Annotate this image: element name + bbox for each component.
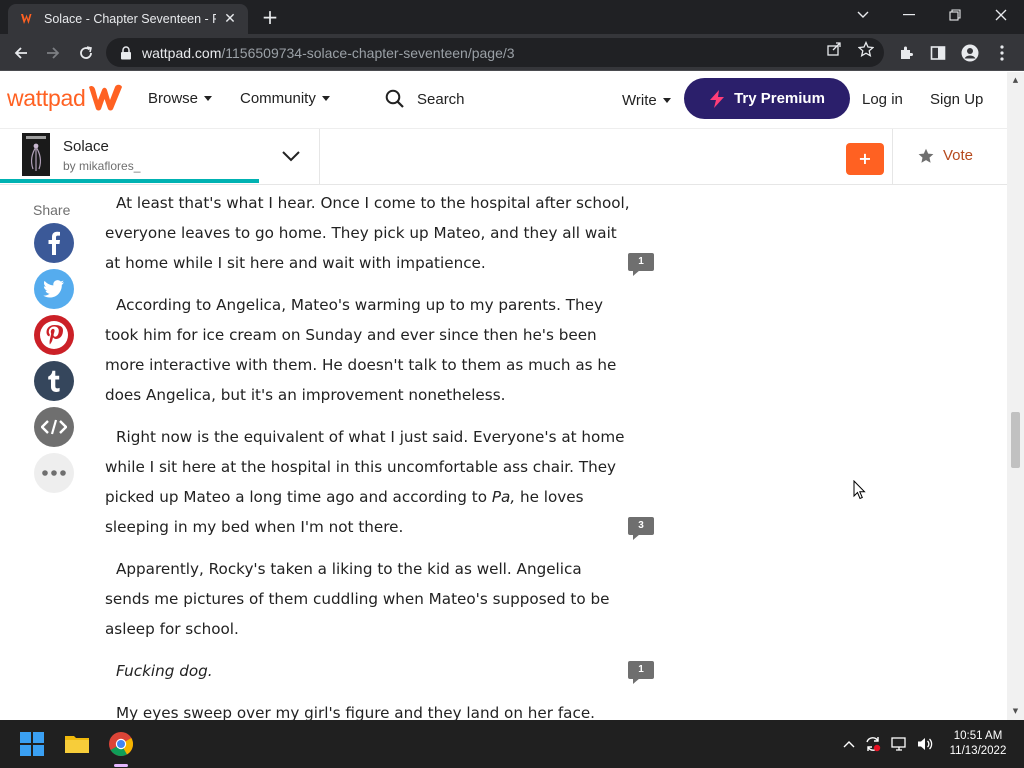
scroll-down-icon[interactable]: ▼ bbox=[1011, 707, 1020, 715]
tab-search-icon[interactable] bbox=[840, 0, 886, 30]
facebook-icon[interactable] bbox=[34, 223, 74, 263]
share-label: Share bbox=[33, 202, 71, 218]
more-icon[interactable] bbox=[34, 453, 74, 493]
tab-close-icon[interactable]: ✕ bbox=[222, 11, 238, 27]
browser-tab[interactable]: Solace - Chapter Seventeen - Page 3 - Wa… bbox=[8, 4, 248, 34]
back-icon[interactable] bbox=[8, 40, 34, 66]
twitter-icon[interactable] bbox=[34, 269, 74, 309]
chrome-taskbar-icon[interactable] bbox=[105, 728, 137, 760]
story-title[interactable]: Solace bbox=[63, 138, 109, 155]
chrome-menu-icon[interactable] bbox=[992, 43, 1012, 63]
windows-start-icon[interactable] bbox=[16, 728, 48, 760]
sync-icon[interactable] bbox=[864, 735, 882, 753]
lock-icon bbox=[121, 45, 131, 59]
minimize-icon[interactable] bbox=[886, 0, 932, 30]
network-icon[interactable] bbox=[891, 735, 909, 753]
search-button[interactable]: Search bbox=[385, 89, 465, 109]
page-viewport: wattpad Browse Community Search Write Tr… bbox=[0, 72, 1024, 720]
url-text: wattpad.com/1156509734-solace-chapter-se… bbox=[142, 44, 515, 61]
wattpad-favicon-icon bbox=[21, 14, 32, 24]
reading-progress-fill bbox=[0, 179, 260, 183]
divider bbox=[892, 129, 893, 185]
taskbar-clock[interactable]: 10:51 AM 11/13/2022 bbox=[944, 729, 1012, 759]
sign-up-link[interactable]: Sign Up bbox=[930, 91, 983, 108]
inline-comment-badge[interactable]: 1 bbox=[628, 661, 654, 684]
divider bbox=[319, 129, 320, 185]
story-paragraph[interactable]: At least that's what I hear. Once I come… bbox=[105, 188, 630, 278]
scroll-thumb[interactable] bbox=[1011, 412, 1020, 468]
story-paragraph[interactable]: Right now is the equivalent of what I ju… bbox=[105, 422, 630, 542]
profile-icon[interactable] bbox=[960, 43, 980, 63]
close-window-icon[interactable] bbox=[978, 0, 1024, 30]
caret-down-icon bbox=[204, 96, 213, 101]
log-in-link[interactable]: Log in bbox=[862, 91, 903, 108]
embed-icon[interactable] bbox=[34, 407, 74, 447]
restore-icon[interactable] bbox=[932, 0, 978, 30]
lightning-icon bbox=[710, 89, 725, 108]
caret-down-icon bbox=[321, 96, 330, 101]
write-menu[interactable]: Write bbox=[622, 92, 671, 109]
story-paragraph[interactable]: Apparently, Rocky's taken a liking to th… bbox=[105, 554, 630, 644]
inline-comment-badge[interactable]: 3 bbox=[628, 517, 654, 540]
file-explorer-icon[interactable] bbox=[61, 728, 93, 760]
reload-icon[interactable] bbox=[73, 40, 99, 66]
forward-icon[interactable] bbox=[40, 40, 66, 66]
reading-progress-bar bbox=[0, 179, 320, 183]
add-to-library-button[interactable]: + bbox=[846, 143, 884, 175]
volume-icon[interactable] bbox=[916, 735, 934, 753]
star-icon bbox=[918, 148, 934, 163]
story-paragraph[interactable]: My eyes sweep over my girl's figure and … bbox=[105, 698, 630, 720]
active-app-indicator bbox=[114, 764, 128, 767]
tumblr-icon[interactable] bbox=[34, 361, 74, 401]
pinterest-icon[interactable] bbox=[34, 315, 74, 355]
story-paragraph[interactable]: Fucking dog. bbox=[105, 656, 630, 686]
caret-down-icon bbox=[662, 98, 671, 103]
wattpad-w-icon bbox=[89, 84, 123, 111]
browse-menu[interactable]: Browse bbox=[148, 90, 213, 107]
mouse-cursor-icon bbox=[853, 480, 866, 500]
wattpad-logo[interactable]: wattpad bbox=[7, 84, 124, 112]
scroll-up-icon[interactable]: ▲ bbox=[1011, 76, 1020, 84]
extensions-icon[interactable] bbox=[896, 43, 916, 63]
story-author[interactable]: by mikaflores_ bbox=[63, 159, 140, 173]
search-icon bbox=[385, 89, 404, 108]
chevron-down-icon[interactable] bbox=[280, 145, 302, 167]
chevron-up-icon[interactable] bbox=[840, 735, 858, 753]
side-panel-icon[interactable] bbox=[928, 43, 948, 63]
bookmark-star-icon[interactable] bbox=[857, 40, 875, 58]
community-menu[interactable]: Community bbox=[240, 90, 330, 107]
vote-button[interactable]: Vote bbox=[918, 147, 973, 164]
story-text: At least that's what I hear. Once I come… bbox=[105, 188, 630, 720]
tab-title: Solace - Chapter Seventeen - Page 3 - Wa… bbox=[44, 12, 216, 26]
windows-taskbar: 10:51 AM 11/13/2022 bbox=[0, 720, 1024, 768]
browser-tabstrip: Solace - Chapter Seventeen - Page 3 - Wa… bbox=[0, 0, 1024, 34]
try-premium-button[interactable]: Try Premium bbox=[684, 78, 850, 119]
site-header: wattpad Browse Community Search Write Tr… bbox=[0, 72, 1007, 128]
browser-toolbar: wattpad.com/1156509734-solace-chapter-se… bbox=[0, 34, 1024, 71]
new-tab-icon[interactable]: + bbox=[258, 6, 282, 30]
inline-comment-badge[interactable]: 1 bbox=[628, 253, 654, 276]
story-toolbar: Solace by mikaflores_ + Vote bbox=[0, 128, 1007, 185]
story-paragraph[interactable]: According to Angelica, Mateo's warming u… bbox=[105, 290, 630, 410]
address-bar[interactable]: wattpad.com/1156509734-solace-chapter-se… bbox=[106, 38, 884, 67]
page-scrollbar[interactable]: ▲ ▼ bbox=[1007, 72, 1024, 720]
share-page-icon[interactable] bbox=[825, 40, 843, 58]
story-cover-image[interactable] bbox=[22, 133, 50, 176]
